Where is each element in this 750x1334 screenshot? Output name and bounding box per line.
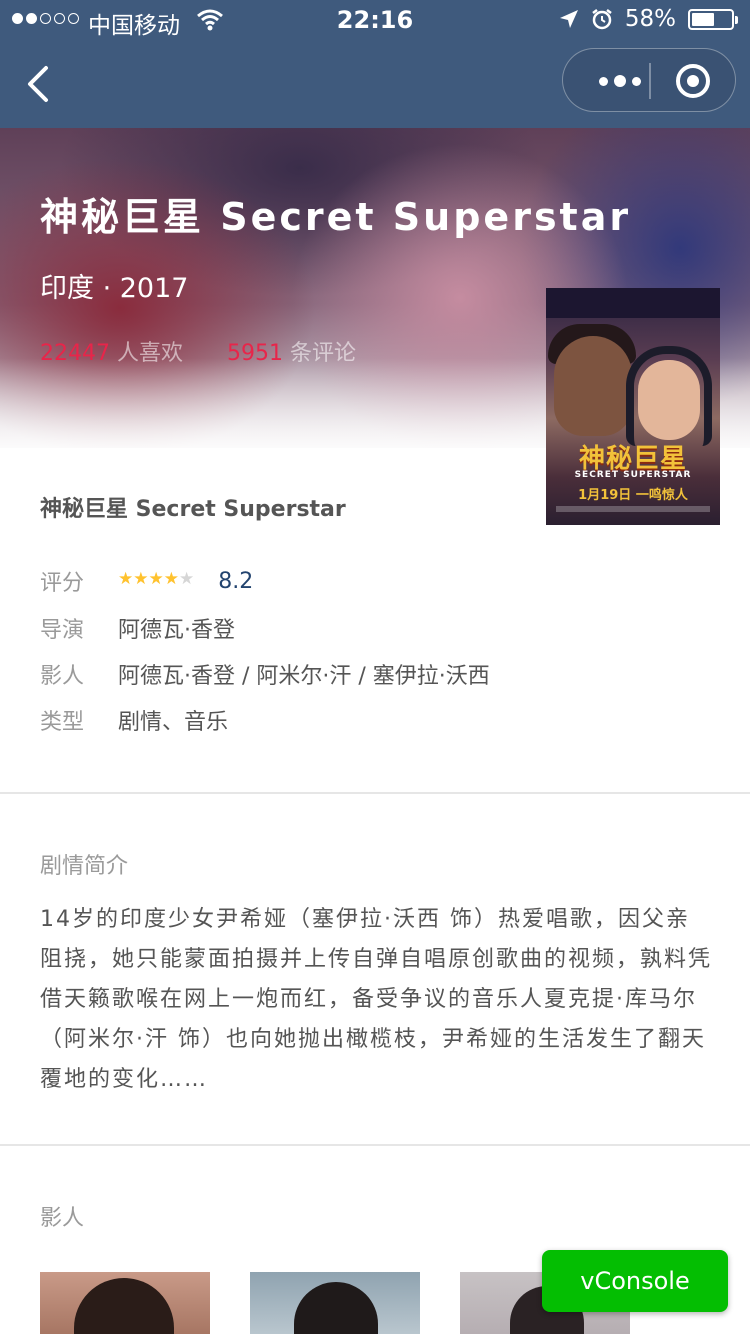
likes-count: 22447 — [40, 341, 110, 366]
director-label: 导演 — [40, 618, 85, 643]
star-icon: ★ — [163, 568, 179, 589]
synopsis-text: 14岁的印度少女尹希娅（塞伊拉·沃西 饰）热爱唱歌，因父亲阻挠，她只能蒙面拍摄并… — [40, 907, 713, 1092]
cast-label: 影人 — [40, 664, 85, 689]
battery-icon — [688, 8, 738, 30]
cast-value: 阿德瓦·香登 / 阿米尔·汗 / 塞伊拉·沃西 — [118, 664, 490, 689]
director-value: 阿德瓦·香登 — [118, 618, 235, 643]
status-right: 58% — [559, 6, 738, 32]
status-bar: 中国移动 22:16 58% — [0, 0, 750, 40]
star-icon: ★ — [133, 568, 149, 589]
genre-value: 剧情、音乐 — [118, 710, 229, 735]
synopsis-heading: 剧情简介 — [40, 854, 129, 879]
cast-photo[interactable] — [250, 1272, 420, 1334]
director-row: 导演 阿德瓦·香登 — [40, 610, 235, 646]
vconsole-button[interactable]: vConsole — [542, 1250, 728, 1312]
close-mini-program-icon[interactable] — [676, 64, 710, 98]
alarm-icon — [592, 9, 612, 30]
movie-poster[interactable]: 神秘巨星 SECRET SUPERSTAR 1月19日 一鸣惊人 — [546, 288, 720, 525]
poster-subtitle-art: SECRET SUPERSTAR — [574, 470, 692, 480]
mini-program-capsule — [562, 48, 736, 112]
rating-label: 评分 — [40, 571, 85, 596]
cast-photo[interactable] — [40, 1272, 210, 1334]
likes-label: 人喜欢 — [117, 341, 184, 366]
movie-title: 神秘巨星 Secret Superstar — [40, 497, 346, 522]
rating-stars: ★ ★ ★ ★ ★ — [118, 568, 195, 589]
hero-stats: 22447 人喜欢 5951 条评论 — [40, 335, 356, 367]
star-icon: ★ — [118, 568, 134, 589]
cast-section-heading: 影人 — [40, 1206, 85, 1231]
section-divider — [0, 1144, 750, 1146]
comments-count: 5951 — [227, 341, 284, 366]
section-divider — [0, 792, 750, 794]
comments-label: 条评论 — [290, 341, 357, 366]
back-arrow-icon[interactable] — [22, 64, 56, 104]
star-icon: ★ — [148, 568, 164, 589]
location-arrow-icon — [559, 10, 578, 28]
rating-row: 评分 ★ ★ ★ ★ ★ 8.2 — [40, 563, 253, 599]
capsule-divider — [649, 63, 651, 99]
poster-date-art: 1月19日 一鸣惊人 — [578, 488, 688, 503]
hero-movie-title: 神秘巨星 Secret Superstar — [40, 195, 632, 239]
hero-country-year: 印度 · 2017 — [40, 273, 189, 304]
star-icon: ★ — [179, 568, 195, 589]
top-bar: 中国移动 22:16 58% — [0, 0, 750, 128]
cast-row: 影人 阿德瓦·香登 / 阿米尔·汗 / 塞伊拉·沃西 — [40, 656, 490, 692]
rating-value: 8.2 — [218, 568, 254, 594]
battery-percentage: 58% — [624, 6, 676, 32]
genre-label: 类型 — [40, 710, 85, 735]
more-options-icon[interactable] — [591, 69, 649, 93]
genre-row: 类型 剧情、音乐 — [40, 702, 228, 738]
